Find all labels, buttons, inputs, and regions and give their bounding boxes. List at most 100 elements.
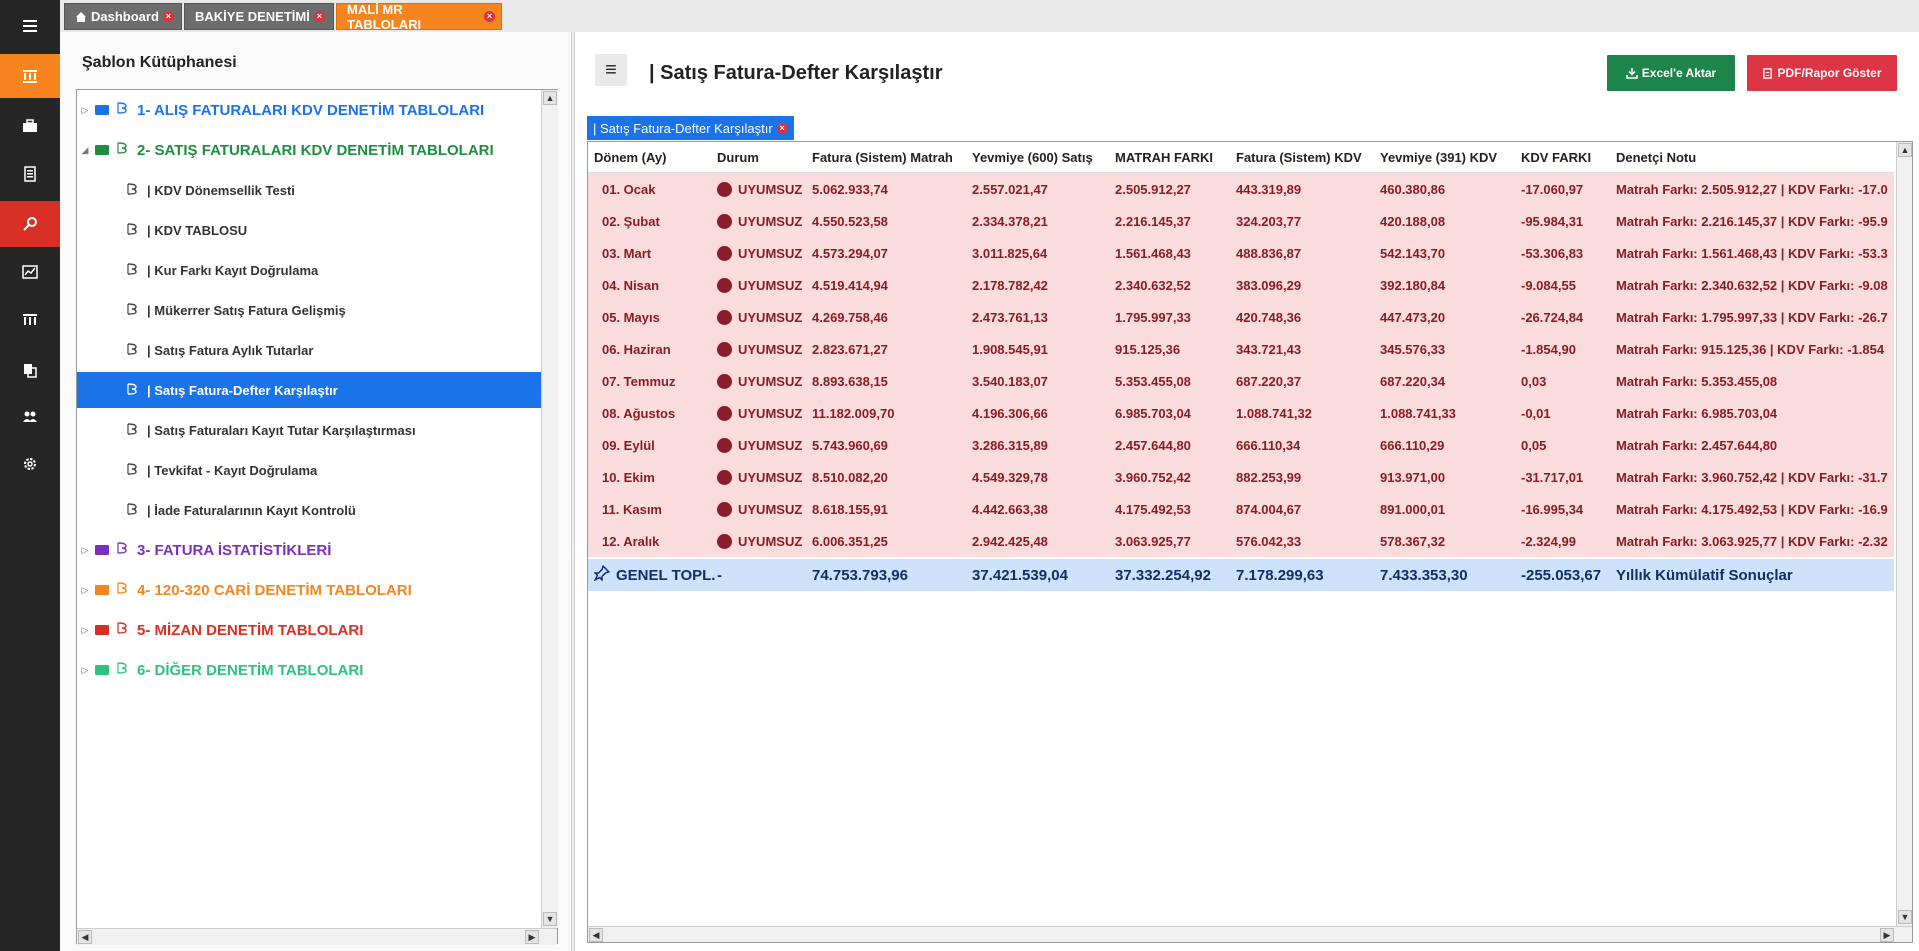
template-tree: ▷ 1- ALIŞ FATURALARI KDV DENETİM TABLOLAR… <box>76 89 558 945</box>
scroll-template-icon <box>125 222 147 239</box>
tree-category[interactable]: ◢ 2- SATIŞ FATURALARI KDV DENETİM TABLOLA… <box>81 132 541 168</box>
tree-item[interactable]: | Tevkifat - Kayıt Doğrulama <box>77 452 541 488</box>
close-icon[interactable]: × <box>162 11 174 22</box>
tab-label: BAKİYE DENETİMİ <box>195 9 310 24</box>
building-icon[interactable] <box>0 300 60 340</box>
table-row[interactable]: 05. Mayıs UYUMSUZ 4.269.758,46 2.473.761,13… <box>588 301 1894 333</box>
table-row[interactable]: 01. Ocak UYUMSUZ 5.062.933,74 2.557.021,47 2… <box>588 173 1894 205</box>
chevron-right-icon[interactable]: ▷ <box>81 625 89 636</box>
column-header[interactable]: MATRAH FARKI <box>1115 142 1213 172</box>
table-row[interactable]: 03. Mart UYUMSUZ 4.573.294,07 3.011.825,64 1… <box>588 237 1894 269</box>
tree-item[interactable]: | KDV TABLOSU <box>77 212 541 248</box>
table-cell: 8.618.155,91 <box>812 493 888 525</box>
chevron-right-icon[interactable]: ▷ <box>81 665 89 676</box>
column-header[interactable]: Denetçi Notu <box>1616 142 1696 172</box>
cell-value: 8.618.155,91 <box>812 501 888 517</box>
scroll-up-icon[interactable]: ▲ <box>1898 143 1912 157</box>
table-row[interactable]: 06. Haziran UYUMSUZ 2.823.671,27 1.908.545,… <box>588 333 1894 365</box>
tree-item[interactable]: | Satış Fatura Aylık Tutarlar <box>77 332 541 368</box>
table-row[interactable]: 07. Temmuz UYUMSUZ 8.893.638,15 3.540.183,0… <box>588 365 1894 397</box>
table-row[interactable]: 12. Aralık UYUMSUZ 6.006.351,25 2.942.425,4… <box>588 525 1894 557</box>
cell-value: 3.286.315,89 <box>972 437 1048 453</box>
cell-value: UYUMSUZ <box>738 501 803 517</box>
menu-button[interactable]: ≡ <box>595 54 627 86</box>
tree-item[interactable]: | Satış Faturaları Kayıt Tutar Karşılaşt… <box>77 412 541 448</box>
search-icon[interactable] <box>0 201 60 247</box>
tree-category[interactable]: ▷ 4- 120-320 CARİ DENETİM TABLOLARI <box>81 572 541 608</box>
column-header[interactable]: Fatura (Sistem) KDV <box>1236 142 1362 172</box>
tree-category[interactable]: ▷ 3- FATURA İSTATİSTİKLERİ <box>81 532 541 568</box>
scroll-up-icon[interactable]: ▲ <box>543 91 557 105</box>
tab-bakiye[interactable]: BAKİYE DENETİMİ × <box>184 3 334 30</box>
chevron-down-icon[interactable]: ◢ <box>81 145 89 156</box>
scroll-down-icon[interactable]: ▼ <box>543 912 557 926</box>
documents-icon[interactable] <box>0 350 60 390</box>
grid-horizontal-scrollbar[interactable]: ◀ ▶ <box>588 926 1912 942</box>
chart-icon[interactable] <box>0 252 60 292</box>
cell-value: 4.175.492,53 <box>1115 501 1191 517</box>
close-icon[interactable]: × <box>776 122 788 134</box>
gear-icon[interactable] <box>0 444 60 484</box>
tree-horizontal-scrollbar[interactable]: ◀ ▶ <box>77 928 557 945</box>
cell-value: 08. Ağustos <box>602 405 676 421</box>
scroll-left-icon[interactable]: ◀ <box>589 928 603 942</box>
left-nav <box>0 0 60 951</box>
total-value: 7.178.299,63 <box>1236 566 1324 584</box>
export-excel-button[interactable]: Excel'e Aktar <box>1607 55 1735 91</box>
tree-category[interactable]: ▷ 6- DİĞER DENETİM TABLOLARI <box>81 652 541 688</box>
column-header[interactable]: Dönem (Ay) <box>594 142 666 172</box>
cell-value: -17.060,97 <box>1521 181 1584 197</box>
cell-value: 3.540.183,07 <box>972 373 1048 389</box>
library-title: Şablon Kütüphanesi <box>82 54 237 71</box>
table-cell: 8.893.638,15 <box>812 365 888 397</box>
total-cell: - <box>717 559 722 591</box>
pdf-report-button[interactable]: PDF/Rapor Göster <box>1747 55 1897 91</box>
close-icon[interactable]: × <box>484 11 495 22</box>
table-cell: 345.576,33 <box>1380 333 1445 365</box>
tree-item[interactable]: | İade Faturalarının Kayıt Kontrolü <box>77 492 541 528</box>
chevron-right-icon[interactable]: ▷ <box>81 105 89 116</box>
table-row[interactable]: 11. Kasım UYUMSUZ 8.618.155,91 4.442.663,38… <box>588 493 1894 525</box>
table-row[interactable]: 08. Ağustos UYUMSUZ 11.182.009,70 4.196.306… <box>588 397 1894 429</box>
table-cell: 5.062.933,74 <box>812 173 888 205</box>
column-header[interactable]: Yevmiye (391) KDV <box>1380 142 1497 172</box>
close-icon[interactable]: × <box>313 11 325 22</box>
scroll-right-icon[interactable]: ▶ <box>1880 928 1894 942</box>
table-row[interactable]: 10. Ekim UYUMSUZ 8.510.082,20 4.549.329,78 3… <box>588 461 1894 493</box>
chevron-right-icon[interactable]: ▷ <box>81 585 89 596</box>
cell-value: 1.908.545,91 <box>972 341 1048 357</box>
scroll-down-icon[interactable]: ▼ <box>1898 910 1912 924</box>
table-cell: Matrah Farkı: 1.561.468,43 | KDV Farkı: … <box>1616 237 1894 269</box>
tree-item[interactable]: | Mükerrer Satış Fatura Gelişmiş <box>77 292 541 328</box>
scroll-left-icon[interactable]: ◀ <box>78 930 92 944</box>
report-tab[interactable]: | Satış Fatura-Defter Karşılaştır × <box>587 116 794 140</box>
tree-category[interactable]: ▷ 1- ALIŞ FATURALARI KDV DENETİM TABLOLAR… <box>81 92 541 128</box>
table-row[interactable]: 02. Şubat UYUMSUZ 4.550.523,58 2.334.378,21… <box>588 205 1894 237</box>
briefcase-icon[interactable] <box>0 106 60 146</box>
table-row[interactable]: 09. Eylül UYUMSUZ 5.743.960,69 3.286.315,89… <box>588 429 1894 461</box>
chevron-right-icon[interactable]: ▷ <box>81 545 89 556</box>
tab-mali-mr[interactable]: MALİ MR TABLOLARI × <box>336 2 502 32</box>
tree-item[interactable]: | Satış Fatura-Defter Karşılaştır <box>77 372 541 408</box>
cell-value: 542.143,70 <box>1380 245 1446 261</box>
ledger-icon[interactable] <box>0 154 60 194</box>
table-row[interactable]: 04. Nisan UYUMSUZ 4.519.414,94 2.178.782,42… <box>588 269 1894 301</box>
tab-dashboard[interactable]: Dashboard × <box>64 3 182 30</box>
tree-item[interactable]: | Kur Farkı Kayıt Doğrulama <box>77 252 541 288</box>
status-cell: UYUMSUZ <box>717 333 802 365</box>
grid-vertical-scrollbar[interactable]: ▲ ▼ <box>1896 142 1912 926</box>
total-row[interactable]: GENEL TOPL. - 74.753.793,96 37.421.539,04 37… <box>588 559 1894 591</box>
column-header[interactable]: Fatura (Sistem) Matrah <box>812 142 953 172</box>
cell-value: 687.220,37 <box>1236 373 1302 389</box>
hamburger-icon[interactable] <box>0 6 60 46</box>
column-header[interactable]: Durum <box>717 142 759 172</box>
tree-item[interactable]: | KDV Dönemsellik Testi <box>77 172 541 208</box>
tree-category[interactable]: ▷ 5- MİZAN DENETİM TABLOLARI <box>81 612 541 648</box>
scroll-right-icon[interactable]: ▶ <box>525 930 539 944</box>
column-header[interactable]: KDV FARKI <box>1521 142 1591 172</box>
users-icon[interactable] <box>0 397 60 437</box>
bank-icon[interactable] <box>0 54 60 98</box>
column-header[interactable]: Yevmiye (600) Satış <box>972 142 1093 172</box>
tree-vertical-scrollbar[interactable]: ▲ ▼ <box>541 90 558 928</box>
cell-value: 460.380,86 <box>1380 181 1446 197</box>
